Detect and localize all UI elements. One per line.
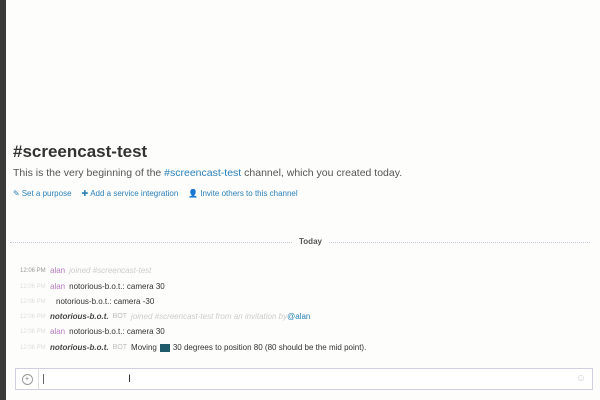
timestamp[interactable]: 12:06 PM [20, 299, 50, 305]
user-icon: 👤 [188, 189, 199, 198]
link-label: Invite others to this channel [200, 189, 298, 198]
message: 12:06 PM notorious-b.o.t.: camera -30 [20, 297, 154, 306]
sidebar-edge [0, 0, 6, 400]
username[interactable]: alan [50, 266, 65, 275]
timestamp[interactable]: 12:06 PM [20, 284, 50, 290]
message-text: notorious-b.o.t.: camera -30 [56, 297, 155, 306]
add-integration-link[interactable]: ✚ Add a service integration [82, 189, 179, 198]
message-text: 30 degrees to position 80 (80 should be … [172, 343, 367, 352]
intro-text: channel, which you created today. [241, 167, 403, 179]
text-caret [43, 374, 44, 384]
plus-icon: + [21, 373, 33, 385]
plus-icon: ✚ [81, 189, 89, 198]
mouse-cursor-icon: I [128, 373, 132, 385]
message-text: Moving [131, 343, 157, 352]
mention[interactable]: @alan [287, 312, 310, 321]
message-text: joined #screencast-test from an invitati… [131, 312, 288, 321]
channel-actions: ✎ Set a purpose ✚ Add a service integratio… [13, 189, 298, 198]
username[interactable]: alan [50, 327, 65, 336]
link-label: Add a service integration [90, 189, 179, 198]
message-text: notorious-b.o.t.: camera 30 [69, 282, 165, 291]
username[interactable]: notorious-b.o.t. [50, 312, 109, 321]
message: 12:06 PM notorious-b.o.t. BOT joined #scree… [20, 312, 310, 321]
channel-link[interactable]: #screencast-test [164, 167, 241, 179]
timestamp[interactable]: 12:06 PM [20, 314, 50, 320]
username[interactable]: alan [50, 282, 65, 291]
bot-tag: BOT [112, 313, 128, 320]
message: 12:06 PM alan notorious-b.o.t.: camera 30 [20, 327, 165, 336]
message: 12:06 PM alan joined #screencast-test [20, 266, 151, 275]
timestamp[interactable]: 12:06 PM [20, 329, 50, 335]
message-text: joined #screencast-test [69, 266, 152, 275]
emoji-icon[interactable]: ☺ [576, 373, 586, 384]
set-purpose-link[interactable]: ✎ Set a purpose [13, 189, 72, 198]
camera-image-icon [159, 343, 170, 352]
link-label: Set a purpose [21, 189, 72, 198]
message-input[interactable]: + I ☺ [15, 368, 593, 390]
invite-link[interactable]: 👤 Invite others to this channel [188, 189, 297, 198]
username[interactable]: notorious-b.o.t. [50, 343, 109, 352]
upload-button[interactable]: + [16, 369, 39, 389]
bot-tag: BOT [112, 344, 128, 351]
message: 12:06 PM alan notorious-b.o.t.: camera 30 [20, 282, 165, 291]
channel-intro: This is the very beginning of the #scree… [13, 167, 402, 179]
timestamp[interactable]: 12:06 PM [20, 345, 50, 351]
message: 12:06 PM notorious-b.o.t. BOT Moving 30 degr… [20, 343, 366, 352]
timestamp[interactable]: 12:06 PM [20, 268, 50, 274]
channel-title: #screencast-test [13, 142, 148, 161]
pencil-icon: ✎ [13, 189, 20, 198]
message-text: notorious-b.o.t.: camera 30 [69, 327, 165, 336]
intro-text: This is the very beginning of the [13, 167, 165, 179]
day-divider-label: Today [293, 237, 328, 246]
